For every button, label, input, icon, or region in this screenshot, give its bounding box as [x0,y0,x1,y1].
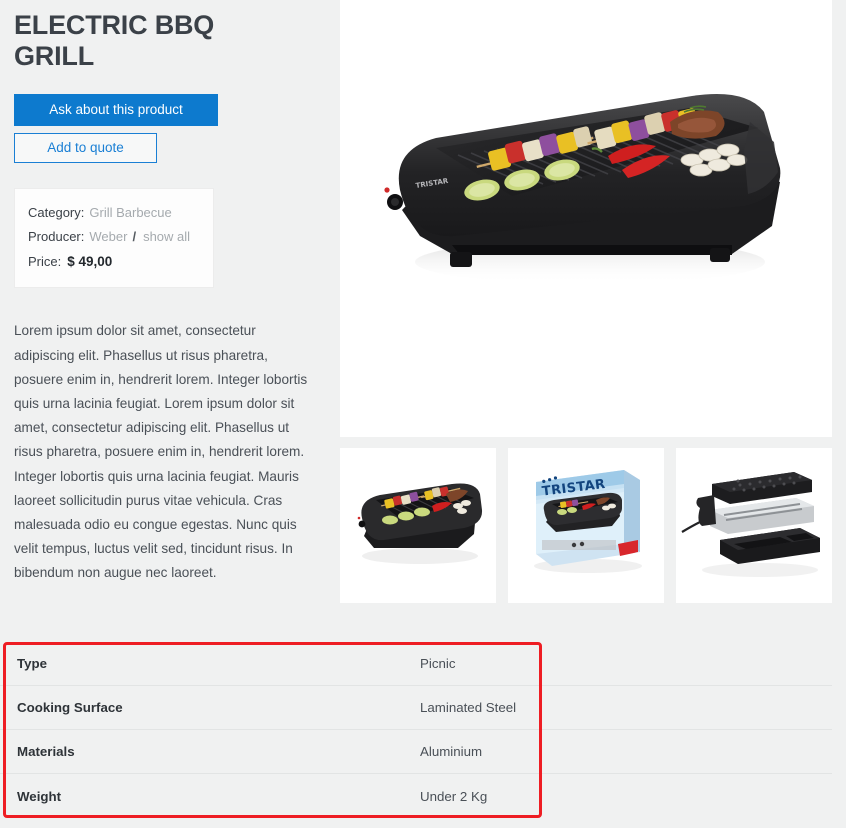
grill-with-food-icon [340,448,496,603]
thumbnail-1-grill-with-food[interactable] [340,448,496,603]
producer-show-all-link[interactable]: show all [143,229,190,244]
producer-value-link[interactable]: Weber [89,229,127,244]
main-product-image[interactable]: TRISTAR [340,0,832,437]
tristar-box-icon: TRISTAR [508,448,664,603]
spec-key: Weight [17,788,62,804]
spec-value: Laminated Steel [420,700,517,715]
specifications-table: Type Picnic Cooking Surface Laminated St… [0,642,832,818]
producer-label: Producer: [28,228,85,244]
spec-key: Cooking Surface [17,700,123,715]
category-label: Category: [28,204,85,220]
table-row: Type Picnic [0,642,832,686]
add-to-quote-button[interactable]: Add to quote [14,132,157,163]
category-row: Category: Grill Barbecue [28,201,200,225]
product-meta-box: Category: Grill Barbecue Producer: Weber / s… [14,187,214,289]
price-row: Price: $ 49,00 [28,249,200,274]
price-label: Price: [28,254,62,270]
category-value-link[interactable]: Grill Barbecue [89,205,171,220]
spec-key: Materials [17,744,75,759]
product-detail-page: ELECTRIC BBQ GRILL Ask about this produc… [0,0,846,828]
table-row: Cooking Surface Laminated Steel [0,686,832,730]
spec-key: Type [17,656,48,671]
page-title: ELECTRIC BBQ GRILL [14,10,215,71]
producer-separator: / [132,228,137,244]
thumbnail-2-retail-box[interactable]: TRISTAR [508,448,664,603]
spec-value: Picnic [420,656,456,671]
grill-illustration: TRISTAR [340,0,832,437]
thumbnail-gallery: TRISTAR [340,448,832,603]
spec-value: Aluminium [420,744,483,759]
spec-value: Under 2 Kg [420,788,488,804]
ask-about-product-button[interactable]: Ask about this product [14,93,218,126]
thumbnail-3-disassembled-parts[interactable] [676,448,832,603]
table-row: Weight Under 2 Kg [0,774,832,818]
product-info-column: ELECTRIC BBQ GRILL Ask about this produc… [0,0,340,585]
grill-parts-icon [676,448,832,603]
producer-row: Producer: Weber / show all [28,225,200,249]
table-row: Materials Aluminium [0,730,832,774]
product-description: Lorem ipsum dolor sit amet, consectetur … [14,323,308,581]
price-value: $ 49,00 [67,254,113,270]
action-button-group: Ask about this product Add to quote [14,93,326,163]
